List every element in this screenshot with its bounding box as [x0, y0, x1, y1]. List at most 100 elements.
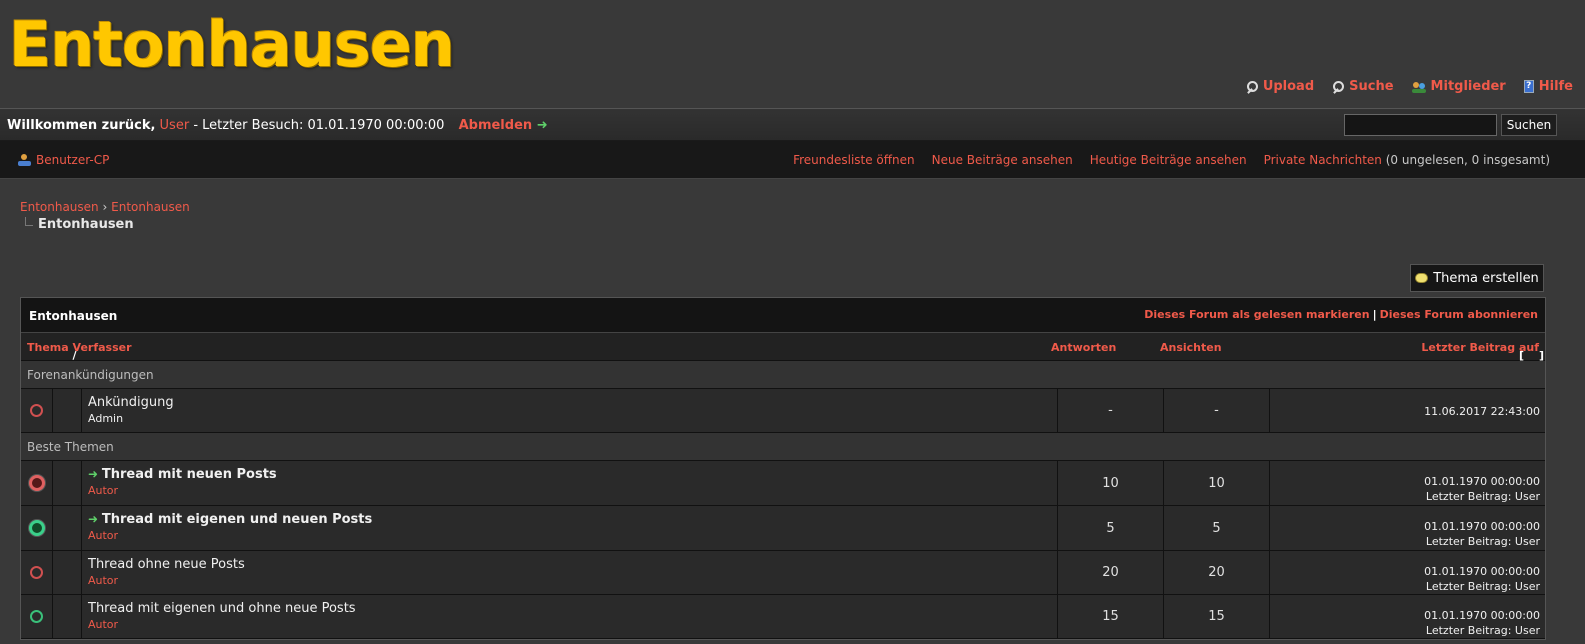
sort-verfasser[interactable]: Verfasser: [73, 341, 132, 354]
forum-options: Dieses Forum als gelesen markieren | Diese…: [1144, 308, 1538, 321]
pm-group: Private Nachrichten (0 ungelesen, 0 insg…: [1264, 153, 1550, 167]
last-post-cell: 01.01.1970 00:00:00 Letzter Beitrag: Use…: [1270, 595, 1545, 638]
prefix-icon-cell: [53, 461, 82, 505]
last-visit: - Letzter Besuch: 01.01.1970 00:00:00: [193, 118, 445, 133]
last-post-user[interactable]: Letzter Beitrag: User: [1270, 489, 1540, 504]
members-icon: [1411, 81, 1426, 93]
status-cell: [21, 506, 53, 550]
thread-author[interactable]: Autor: [88, 529, 1057, 542]
help-link[interactable]: ? Hilfe: [1523, 79, 1573, 94]
last-post-date: 01.01.1970 00:00:00: [1424, 609, 1540, 622]
welcome-text: Willkommen zurück, User - Letzter Besuch…: [7, 118, 548, 133]
forum-table: Entonhausen Dieses Forum als gelesen mar…: [20, 297, 1546, 640]
views-cell: 10: [1164, 461, 1270, 505]
last-post-user[interactable]: Letzter Beitrag: User: [1270, 579, 1540, 594]
magnifier-icon: [1246, 80, 1258, 93]
column-slash: /: [72, 349, 77, 362]
status-cell: [21, 595, 53, 638]
section-header: Forenankündigungen: [21, 361, 1545, 389]
search-input[interactable]: [1344, 114, 1497, 136]
last-post-user[interactable]: Letzter Beitrag: User: [1270, 623, 1540, 638]
upload-link[interactable]: Upload: [1246, 79, 1314, 94]
top-links: Upload Suche Mitglieder ? Hilfe: [1246, 79, 1573, 94]
sort-antworten[interactable]: Antworten: [1051, 341, 1116, 354]
status-cell: [21, 551, 53, 594]
breadcrumb-item[interactable]: Entonhausen: [20, 200, 99, 214]
upload-label: Upload: [1262, 79, 1315, 94]
friends-link[interactable]: Freundesliste öffnen: [793, 153, 915, 167]
new-posts-arrow-icon[interactable]: ➜: [88, 512, 98, 526]
bracket-close: ]: [1539, 349, 1545, 362]
prefix-icon-cell: [53, 506, 82, 550]
views-cell: 15: [1164, 595, 1270, 638]
speech-bubble-icon: [1415, 273, 1429, 283]
thread-title-link[interactable]: Thread mit neuen Posts: [102, 467, 277, 482]
thread-status-icon: [30, 610, 43, 623]
thread-title-link[interactable]: Ankündigung: [88, 395, 174, 410]
user-cp-label: Benutzer-CP: [36, 153, 110, 167]
status-cell: [21, 389, 53, 432]
forum-title: Entonhausen: [29, 309, 118, 323]
prefix-icon-cell: [53, 595, 82, 638]
replies-cell: 15: [1058, 595, 1164, 638]
section-header: Beste Themen: [21, 433, 1545, 461]
user-cp-link[interactable]: Benutzer-CP: [18, 153, 109, 167]
sort-thema[interactable]: Thema: [27, 341, 69, 354]
title-cell: Ankündigung Admin: [82, 389, 1058, 432]
user-cp-icon: [18, 154, 31, 166]
breadcrumb: Entonhausen › Entonhausen: [20, 200, 190, 214]
thread-status-icon: [28, 520, 45, 536]
options-separator: |: [1372, 308, 1377, 321]
last-post-cell: 01.01.1970 00:00:00 Letzter Beitrag: Use…: [1270, 551, 1545, 594]
prefix-icon-cell: [53, 551, 82, 594]
pm-link[interactable]: Private Nachrichten: [1264, 153, 1382, 167]
today-posts-link[interactable]: Heutige Beiträge ansehen: [1090, 153, 1247, 167]
subscribe-link[interactable]: Dieses Forum abonnieren: [1380, 308, 1538, 321]
magnifier-icon: [1332, 80, 1345, 93]
members-link[interactable]: Mitglieder: [1411, 79, 1506, 94]
breadcrumb-item[interactable]: Entonhausen: [111, 200, 190, 214]
new-posts-arrow-icon[interactable]: ➜: [88, 467, 98, 481]
new-posts-link[interactable]: Neue Beiträge ansehen: [932, 153, 1073, 167]
last-post-user[interactable]: Letzter Beitrag: User: [1270, 534, 1540, 549]
sort-last-post: Letzter Beitrag [auf]: [1421, 341, 1544, 362]
thread-title-link[interactable]: Thread mit eigenen und neuen Posts: [102, 512, 372, 527]
views-cell: -: [1164, 389, 1270, 432]
search-link[interactable]: Suche: [1332, 79, 1394, 94]
table-row: ➜ Thread mit eigenen und neuen Posts Aut…: [21, 506, 1545, 551]
page-title: Entonhausen: [25, 217, 134, 232]
thread-author[interactable]: Autor: [88, 618, 1057, 631]
site-logo[interactable]: Entonhausen: [9, 8, 455, 81]
title-cell: ➜ Thread mit neuen Posts Autor: [82, 461, 1058, 505]
logout-label: Abmelden: [458, 118, 533, 133]
replies-cell: 20: [1058, 551, 1164, 594]
thread-author[interactable]: Autor: [88, 484, 1057, 497]
table-row: Ankündigung Admin - - 11.06.2017 22:43:0…: [21, 389, 1545, 433]
welcome-user-link[interactable]: User: [160, 118, 190, 133]
sort-letzter[interactable]: Letzter Beitrag: [1421, 341, 1515, 354]
sort-columns: Thema / Verfasser: [27, 341, 132, 362]
thread-author[interactable]: Autor: [88, 574, 1057, 587]
column-header: Thema / Verfasser Antworten Ansichten Le…: [21, 333, 1545, 362]
new-thread-button[interactable]: Thema erstellen: [1410, 264, 1544, 292]
last-post-cell: 01.01.1970 00:00:00 Letzter Beitrag: Use…: [1270, 506, 1545, 550]
last-post-cell: 01.01.1970 00:00:00 Letzter Beitrag: Use…: [1270, 461, 1545, 505]
members-label: Mitglieder: [1430, 79, 1506, 94]
thread-status-icon: [30, 566, 43, 579]
sort-ansichten[interactable]: Ansichten: [1160, 341, 1222, 354]
thread-title-link[interactable]: Thread ohne neue Posts: [88, 557, 245, 572]
thread-status-icon: [30, 404, 43, 417]
help-label: Hilfe: [1538, 79, 1573, 94]
logout-link[interactable]: Abmelden ➜: [459, 118, 548, 133]
table-row: Thread mit eigenen und ohne neue Posts A…: [21, 595, 1545, 639]
title-cell: Thread ohne neue Posts Autor: [82, 551, 1058, 594]
mark-read-link[interactable]: Dieses Forum als gelesen markieren: [1144, 308, 1369, 321]
forum-header: Entonhausen Dieses Forum als gelesen mar…: [21, 298, 1545, 333]
search-button[interactable]: Suchen: [1501, 114, 1557, 136]
status-cell: [21, 461, 53, 505]
thread-status-icon: [28, 475, 45, 491]
thread-title-link[interactable]: Thread mit eigenen und ohne neue Posts: [88, 601, 356, 616]
prefix-icon-cell: [53, 389, 82, 432]
last-post-date: 01.01.1970 00:00:00: [1424, 520, 1540, 533]
table-row: Thread ohne neue Posts Autor 20 20 01.01…: [21, 551, 1545, 595]
